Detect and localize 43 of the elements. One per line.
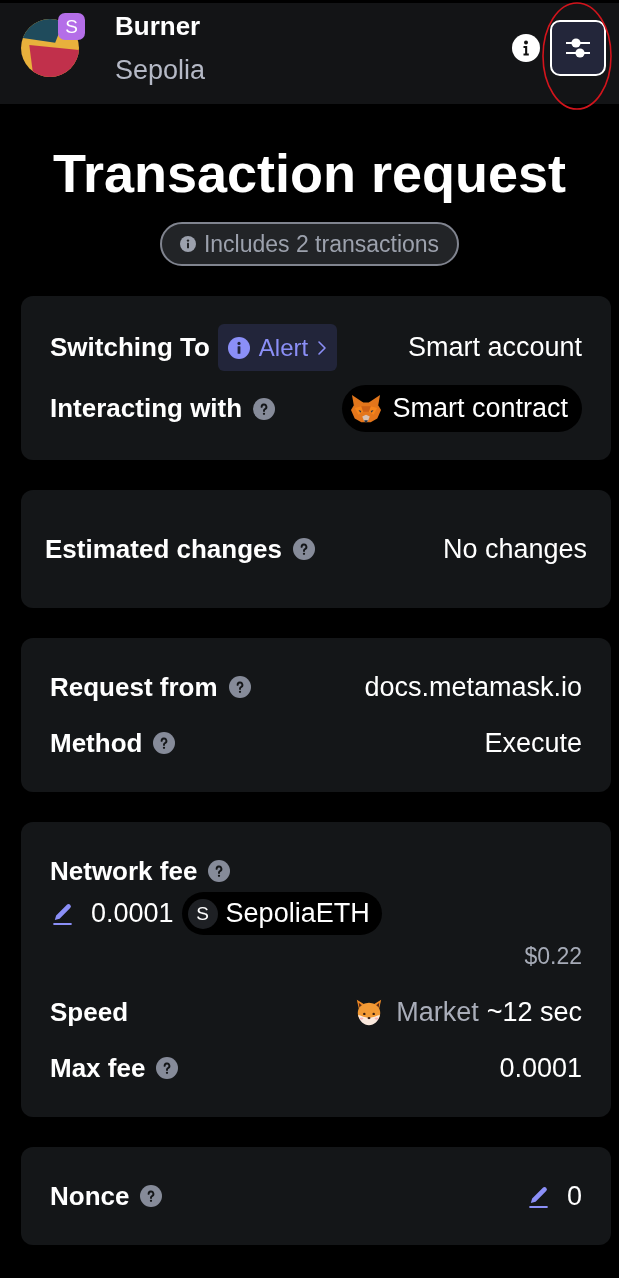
alert-button[interactable]: Alert <box>217 324 338 371</box>
field-label: Interacting with <box>50 393 243 424</box>
speed-time: ~12 sec <box>486 996 582 1028</box>
field-label: Nonce <box>50 1180 130 1212</box>
speed-level: Market <box>396 996 479 1028</box>
account-name[interactable]: Burner <box>115 5 206 46</box>
contract-pill[interactable]: Smart contract <box>342 385 582 432</box>
network-name: Sepolia <box>115 53 206 87</box>
field-label: Speed <box>50 996 129 1028</box>
help-icon[interactable] <box>228 676 251 698</box>
field-label: Request from <box>50 671 218 703</box>
help-icon[interactable] <box>140 1185 163 1207</box>
field-value: 0 <box>566 1180 582 1212</box>
info-icon[interactable] <box>512 33 540 62</box>
help-icon[interactable] <box>253 397 276 420</box>
field-label: Network fee <box>50 855 198 887</box>
info-icon <box>179 236 196 252</box>
info-icon <box>227 336 250 359</box>
transactions-pill[interactable]: Includes 2 transactions <box>159 222 460 266</box>
fee-amount: 0.0001 <box>91 898 174 929</box>
transactions-count-label: Includes 2 transactions <box>203 230 440 258</box>
field-value: Execute <box>484 727 582 759</box>
field-label: Switching To <box>50 332 210 363</box>
help-icon[interactable] <box>153 732 176 754</box>
field-label: Max fee <box>50 1052 146 1084</box>
token-name: SepoliaETH <box>225 898 370 929</box>
help-icon[interactable] <box>293 538 315 560</box>
token-avatar: S <box>187 898 218 929</box>
fox-icon <box>350 393 383 424</box>
field-value: No changes <box>442 533 587 565</box>
field-label: Estimated changes <box>45 533 282 565</box>
fiat-amount: $0.22 <box>524 942 582 970</box>
page-title: Transaction request <box>51 142 568 205</box>
chevron-right-icon <box>317 339 328 356</box>
help-icon[interactable] <box>208 860 231 882</box>
pencil-icon[interactable] <box>50 901 75 926</box>
network-avatar: S <box>58 12 85 40</box>
field-value: 0.0001 <box>499 1052 582 1084</box>
field-label: Method <box>50 727 143 759</box>
field-value: docs.metamask.io <box>364 671 582 703</box>
help-icon[interactable] <box>156 1057 179 1079</box>
field-value: Smart account <box>407 332 582 363</box>
settings-button[interactable] <box>550 19 606 76</box>
